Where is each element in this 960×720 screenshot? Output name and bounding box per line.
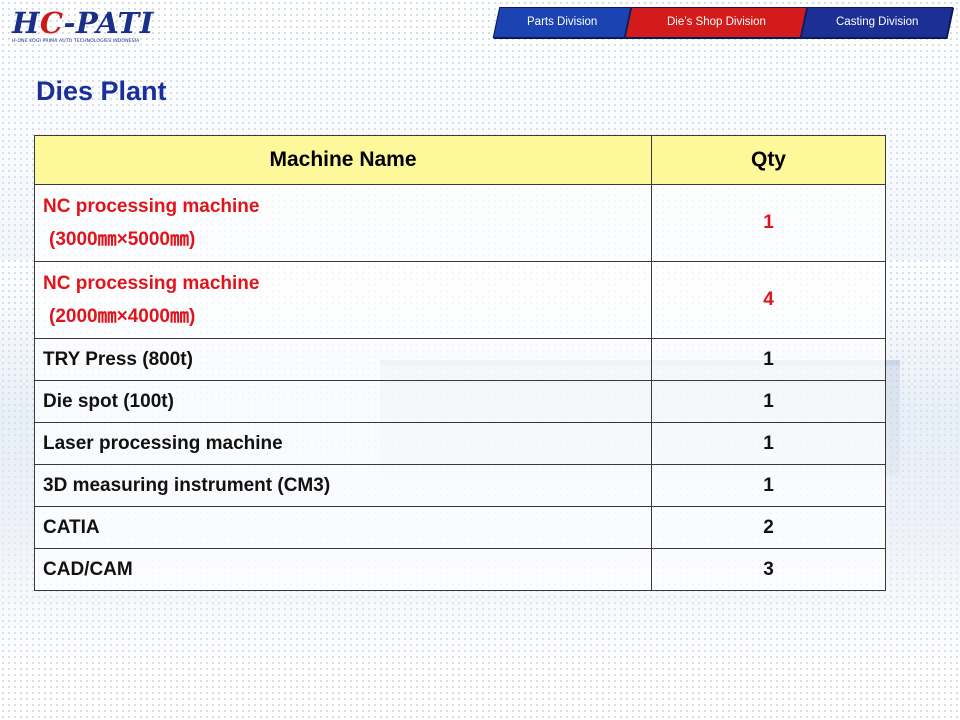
qty-cell: 3 <box>651 548 886 591</box>
page-title: Dies Plant <box>36 76 167 106</box>
machine-name-cell: TRY Press (800t) <box>34 338 652 381</box>
table-row: NC processing machine (2000㎜×4000㎜) 4 <box>34 261 886 339</box>
table-row: Die spot (100t) 1 <box>34 380 886 423</box>
machine-name: NC processing machine <box>43 272 260 294</box>
tab-casting-label: Casting Division <box>835 16 919 28</box>
qty-cell: 1 <box>651 380 886 423</box>
machine-table: Machine Name Qty NC processing machine (… <box>34 135 886 591</box>
machine-size: (2000㎜×4000㎜) <box>49 305 196 327</box>
table-row: NC processing machine (3000㎜×5000㎜) 1 <box>34 184 886 262</box>
qty-cell: 1 <box>651 338 886 381</box>
table-row: TRY Press (800t) 1 <box>34 338 886 381</box>
machine-size: (3000㎜×5000㎜) <box>49 228 196 250</box>
table-header-row: Machine Name Qty <box>34 135 886 185</box>
qty-cell: 1 <box>651 422 886 465</box>
tab-casting-division[interactable]: Casting Division <box>800 7 954 38</box>
table-row: 3D measuring instrument (CM3) 1 <box>34 464 886 507</box>
qty-cell: 4 <box>651 261 886 339</box>
machine-name-cell: NC processing machine (3000㎜×5000㎜) <box>34 184 652 262</box>
tab-parts-label: Parts Division <box>526 16 598 28</box>
machine-name-cell: CATIA <box>34 506 652 549</box>
machine-name-cell: 3D measuring instrument (CM3) <box>34 464 652 507</box>
logo-word-pati: -PATI <box>63 6 154 40</box>
machine-name-cell: CAD/CAM <box>34 548 652 591</box>
tab-parts-division[interactable]: Parts Division <box>492 7 632 38</box>
logo-tagline: H-ONE KOGI PRIMA AUTO TECHNOLOGIES INDON… <box>12 39 140 44</box>
logo-letter-h: H <box>12 6 40 40</box>
table-row: CAD/CAM 3 <box>34 548 886 591</box>
header-qty: Qty <box>651 135 886 185</box>
company-logo: HC-PATI H-ONE KOGI PRIMA AUTO TECHNOLOGI… <box>12 6 153 48</box>
tab-dies-shop-division[interactable]: Die’s Shop Division <box>624 7 808 38</box>
qty-cell: 2 <box>651 506 886 549</box>
machine-name-cell: NC processing machine (2000㎜×4000㎜) <box>34 261 652 339</box>
machine-name-cell: Laser processing machine <box>34 422 652 465</box>
machine-name: NC processing machine <box>43 195 260 217</box>
tab-dies-label: Die’s Shop Division <box>666 16 766 28</box>
header-machine-name: Machine Name <box>34 135 652 185</box>
table-row: Laser processing machine 1 <box>34 422 886 465</box>
table-row: CATIA 2 <box>34 506 886 549</box>
logo-letter-c: C <box>39 6 64 40</box>
qty-cell: 1 <box>651 184 886 262</box>
qty-cell: 1 <box>651 464 886 507</box>
machine-name-cell: Die spot (100t) <box>34 380 652 423</box>
logo-wordmark: HC-PATI <box>12 6 153 40</box>
